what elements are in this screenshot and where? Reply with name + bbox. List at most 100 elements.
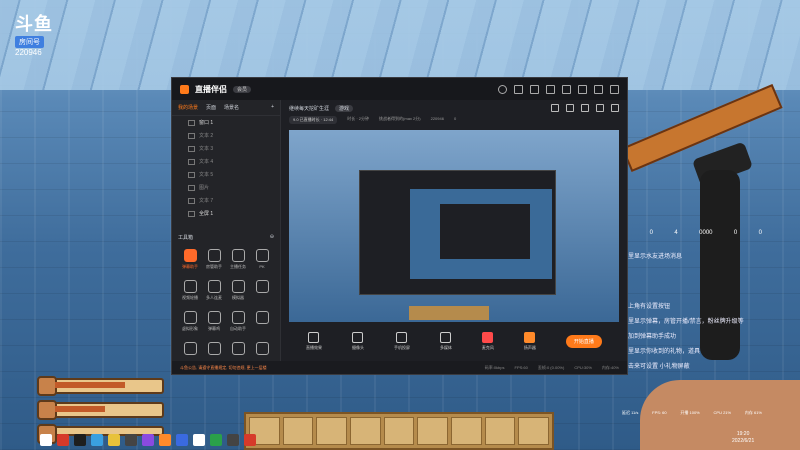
tool-icon [231, 342, 245, 355]
taskbar-app-icon[interactable] [74, 434, 86, 446]
eye-icon[interactable] [188, 145, 195, 152]
taskbar-clock[interactable]: 19:20 2022/6/21 [732, 431, 754, 445]
lock-icon[interactable] [566, 104, 574, 112]
eye-icon[interactable] [188, 119, 195, 126]
tool-label: 视频轮播 [182, 295, 198, 300]
source-item[interactable]: 文本 2 [172, 129, 280, 142]
control-button[interactable]: 扬声器 [523, 331, 536, 351]
message-icon[interactable] [530, 84, 539, 94]
tool-item[interactable] [250, 311, 274, 332]
bell-icon[interactable] [596, 104, 604, 112]
tool-item[interactable] [250, 342, 274, 357]
tool-item[interactable] [226, 342, 250, 357]
tool-label: 弹幕鸡 [208, 326, 220, 331]
preview-hotbar [409, 306, 489, 320]
tool-item[interactable]: 虚拟形象 [178, 311, 202, 332]
tool-item[interactable] [250, 280, 274, 301]
taskbar-app-icon[interactable] [193, 434, 205, 446]
taskbar-app-icon[interactable] [142, 434, 154, 446]
control-label: 多媒体 [439, 344, 452, 350]
taskbar-app-icon[interactable] [227, 434, 239, 446]
start-live-button[interactable]: 开始直播 [565, 334, 602, 348]
record-icon[interactable] [581, 104, 589, 112]
source-item[interactable]: 文本 3 [172, 142, 280, 155]
eye-icon[interactable] [188, 132, 195, 139]
taskbar-app-icon[interactable] [244, 434, 256, 446]
taskbar-app-icon[interactable] [210, 434, 222, 446]
tool-item[interactable]: 弹幕鸡 [202, 311, 226, 332]
source-item[interactable]: 文本 5 [172, 168, 280, 181]
toolbox-label: 工具箱 [178, 235, 194, 241]
menu-icon[interactable] [514, 84, 523, 94]
eye-icon[interactable] [188, 197, 195, 204]
toolbox-header: 工具箱 ⊖ [172, 230, 280, 245]
nested-preview [359, 170, 556, 295]
source-label: 文本 3 [199, 146, 214, 152]
source-item[interactable]: 图片 [172, 181, 280, 194]
tool-item[interactable]: 自动助手 [226, 311, 250, 332]
taskbar-app-icon[interactable] [91, 434, 103, 446]
source-item[interactable]: 文本 4 [172, 155, 280, 168]
stream-preview[interactable] [289, 130, 619, 322]
source-item[interactable]: 文本 7 [172, 194, 280, 207]
gift-icon[interactable] [551, 104, 559, 112]
stat: 0 [649, 230, 653, 236]
sub-info-item[interactable]: 9.0 已直播时长 · 12:44 [289, 116, 338, 124]
control-button[interactable]: 直播效果 [306, 331, 322, 351]
tool-item[interactable]: PK [250, 249, 274, 270]
status-warning: 斗鱼公告, 请遵守直播规定, 切勿违规, 更上一层楼 [180, 364, 267, 370]
source-item[interactable]: 窗口 1 [172, 116, 280, 129]
avatar-icon[interactable] [498, 84, 507, 94]
eye-icon[interactable] [188, 184, 195, 191]
tab-scene-name[interactable]: 场景名 [224, 104, 239, 111]
eye-icon[interactable] [188, 171, 195, 178]
tool-item[interactable]: 弹幕助手 [178, 249, 202, 270]
source-label: 文本 2 [199, 133, 214, 139]
minimize-icon[interactable] [578, 84, 587, 94]
close-icon[interactable] [610, 84, 619, 94]
clock-date: 2022/6/21 [732, 438, 755, 444]
control-button[interactable]: 麦克风 [481, 331, 494, 351]
settings-icon[interactable] [562, 84, 571, 94]
control-label: 扬声器 [523, 344, 536, 350]
tool-item[interactable]: 模拟器 [226, 280, 250, 301]
taskbar-app-icon[interactable] [159, 434, 171, 446]
taskbar-app-icon[interactable] [108, 434, 120, 446]
tool-item[interactable]: 视频轮播 [178, 280, 202, 301]
toolbox-collapse-icon[interactable]: ⊖ [270, 234, 274, 241]
eye-icon[interactable] [188, 158, 195, 165]
source-item[interactable]: 全屏 1 [172, 207, 280, 220]
maximize-icon[interactable] [594, 84, 603, 94]
control-label: 摄像头 [351, 344, 364, 350]
add-scene-icon[interactable]: + [271, 104, 274, 111]
tool-item[interactable] [178, 342, 202, 357]
sub-info-item: 220946 [430, 116, 444, 121]
control-label: 麦克风 [481, 344, 494, 350]
tool-item[interactable]: 多人连麦 [202, 280, 226, 301]
tool-item[interactable]: 主播任务 [226, 249, 250, 270]
tool-icon [207, 342, 221, 355]
status-item: 内存 61% [744, 410, 762, 415]
control-button[interactable]: 多媒体 [439, 331, 452, 351]
control-button[interactable]: 摄像头 [351, 331, 364, 351]
tool-item[interactable]: 房管助手 [202, 249, 226, 270]
control-button[interactable]: 手机投屏 [394, 331, 410, 351]
version-badge[interactable]: 会员 [233, 85, 252, 93]
source-label: 图片 [199, 185, 210, 191]
taskbar-app-icon[interactable] [125, 434, 137, 446]
eye-icon[interactable] [188, 210, 195, 217]
skin-icon[interactable] [546, 84, 555, 94]
taskbar-app-icon[interactable] [40, 434, 52, 446]
taskbar-app-icon[interactable] [57, 434, 69, 446]
share-icon[interactable] [611, 104, 619, 112]
stat: 0 [758, 230, 762, 236]
tool-item[interactable] [202, 342, 226, 357]
status-item: CPU 21% [713, 410, 732, 415]
tab-pages[interactable]: 页面 [206, 104, 216, 111]
taskbar-app-icon[interactable] [176, 434, 188, 446]
scene-bar: 继续每天挖矿生涯 游戏 [281, 100, 627, 116]
tab-scenes[interactable]: 我的场景 [178, 104, 198, 111]
scene-name[interactable]: 继续每天挖矿生涯 [289, 105, 329, 112]
tool-icon [207, 249, 221, 262]
scene-tag[interactable]: 游戏 [335, 104, 354, 112]
